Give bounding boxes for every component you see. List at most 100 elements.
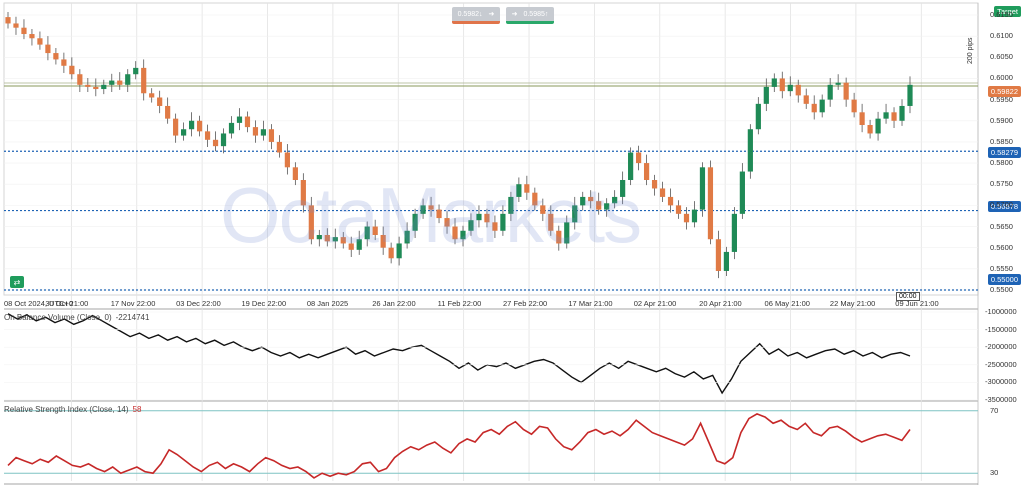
candle-99	[795, 84, 801, 96]
rsi-line	[4, 410, 978, 479]
candle-21	[173, 118, 179, 136]
candle-113	[907, 84, 913, 106]
candle-13	[109, 80, 115, 85]
x-tick-label-2: 17 Nov 22:00	[110, 299, 156, 308]
y-tick-label-13: 0.5500	[990, 285, 1013, 294]
candle-2	[21, 27, 27, 35]
y-tick-label-11: 0.5600	[990, 242, 1013, 252]
candle-35	[284, 152, 290, 168]
candle-24	[196, 120, 203, 132]
candle-83	[667, 196, 674, 206]
x-tick-label-10: 02 Apr 21:00	[633, 299, 677, 308]
obv-title-text: On Balance Volume (Close, 0)	[4, 313, 112, 322]
y-tick-label-3: 0.6000	[990, 73, 1013, 83]
x-tick-label-11: 20 Apr 21:00	[699, 299, 742, 308]
currency-button[interactable]: ⇄	[10, 276, 24, 288]
candle-95	[763, 86, 769, 104]
candle-89	[715, 239, 722, 271]
candle-32	[260, 129, 267, 136]
candle-87	[699, 167, 706, 210]
x-tick-label-7: 11 Feb 22:00	[437, 299, 482, 308]
candle-93	[747, 129, 753, 172]
candle-101	[811, 103, 817, 113]
candle-97	[779, 78, 785, 92]
sell-price: 0.5982↓	[457, 10, 483, 18]
candle-110	[883, 112, 889, 119]
candle-111	[891, 112, 897, 121]
obv-tick-label-2: -2000000	[985, 342, 1017, 352]
candle-79	[636, 152, 642, 164]
candle-27	[220, 133, 227, 147]
currency-exchange-icon: ⇄	[13, 277, 21, 287]
candle-98	[787, 84, 793, 92]
candle-4	[37, 38, 43, 45]
obv-title: On Balance Volume (Close, 0) -2214741	[4, 313, 149, 322]
candle-9	[77, 74, 83, 85]
buy-button[interactable]: ➜ 0.5985↑	[506, 7, 554, 24]
candle-8	[69, 65, 75, 75]
candle-20	[165, 105, 171, 119]
candle-108	[867, 125, 873, 134]
obv-tick-label-1: -1500000	[985, 324, 1017, 334]
candle-103	[827, 84, 833, 100]
candle-91	[731, 213, 737, 252]
obv-tick-label-0: -1000000	[985, 307, 1017, 316]
candle-10	[85, 84, 91, 87]
obv-tick-label-4: -3000000	[985, 377, 1017, 387]
candle-112	[899, 105, 905, 121]
candle-3	[29, 34, 35, 39]
rsi-title: Relative Strength Index (Close, 14) 58	[4, 405, 141, 414]
y-tick-label-12: 0.5550	[990, 263, 1013, 273]
candle-11	[93, 86, 99, 90]
candle-82	[659, 188, 666, 197]
buy-arrow-icon: ➜	[511, 11, 518, 18]
candle-107	[859, 112, 865, 125]
y-tick-label-2: 0.6050	[990, 52, 1013, 62]
candle-106	[851, 99, 857, 113]
candle-16	[133, 67, 139, 75]
sell-button[interactable]: 0.5982↓ ➜	[452, 7, 500, 24]
obv-line-path	[7, 313, 911, 395]
y-tick-label-7: 0.5800	[990, 158, 1013, 168]
obv-tick-label-3: -2500000	[985, 359, 1017, 369]
candle-5	[45, 44, 51, 54]
candle-100	[803, 95, 809, 104]
candle-92	[739, 171, 745, 214]
candle-34	[276, 141, 282, 153]
y-tick-label-10: 0.5650	[990, 221, 1013, 231]
candle-109	[875, 118, 881, 134]
obv-tick-label-5: -3500000	[985, 395, 1017, 404]
obv-value: -2214741	[115, 313, 150, 322]
candle-30	[244, 116, 251, 128]
x-tick-label-3: 03 Dec 22:00	[176, 299, 221, 308]
x-tick-label-6: 26 Jan 22:00	[372, 299, 416, 308]
y-tick-label-5: 0.5900	[990, 115, 1013, 125]
level-badge-3[interactable]: 0.55000	[987, 274, 1021, 285]
candle-86	[691, 209, 698, 223]
x-tick-label-12: 06 May 21:00	[764, 299, 810, 308]
candle-6	[53, 53, 59, 60]
rsi-value: 58	[132, 405, 142, 414]
candle-1	[13, 23, 19, 28]
buy-price: 0.5985↑	[523, 10, 549, 18]
candle-0	[5, 17, 11, 24]
candle-33	[268, 129, 275, 142]
rsi-line-path	[7, 413, 911, 479]
level-badge-1[interactable]: 0.58279	[987, 147, 1021, 158]
candle-14	[117, 80, 123, 85]
rsi-title-text: Relative Strength Index (Close, 14)	[4, 405, 129, 414]
x-tick-label-1: 30 Oct 21:00	[45, 299, 89, 308]
candle-105	[843, 82, 849, 100]
trade-toolbar[interactable]: 0.5982↓ ➜ ➜ 0.5985↑	[452, 7, 554, 24]
candle-12	[101, 84, 107, 90]
y-tick-label-6: 0.5850	[990, 136, 1013, 146]
x-tick-label-4: 19 Dec 22:00	[241, 299, 287, 308]
candle-104	[835, 82, 841, 85]
y-tick-label-0: 0.6150	[990, 10, 1013, 19]
x-tick-label-13: 22 May 21:00	[829, 299, 876, 308]
candle-7	[61, 59, 67, 66]
candle-17	[141, 67, 147, 94]
x-tick-label-8: 27 Feb 22:00	[503, 299, 548, 308]
obv-line	[4, 311, 978, 401]
candle-29	[236, 116, 243, 123]
